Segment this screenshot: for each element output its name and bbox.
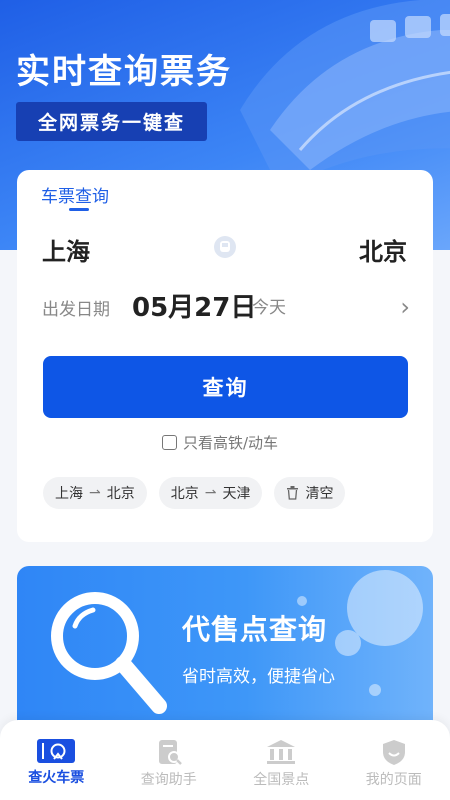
history-from: 北京 <box>170 486 199 502</box>
tab-my-page[interactable]: 我的页面 <box>338 720 450 800</box>
tab-train-tickets[interactable]: 查火车票 <box>0 720 113 800</box>
banner-title: 代售点查询 <box>182 613 328 646</box>
history-from: 上海 <box>55 486 83 502</box>
decor-bubble <box>297 596 307 606</box>
high-speed-only-label: 只看高铁/动车 <box>183 434 279 452</box>
tab-label: 查询助手 <box>140 772 197 788</box>
history-to: 天津 <box>222 486 251 502</box>
ticket-search-card: 车票查询 上海 北京 出发日期 05月27日 今天 › 查询 只看高铁/动车 上… <box>17 170 433 542</box>
decor-bubble <box>369 684 381 696</box>
hero-badge: 全网票务一键查 <box>16 102 208 141</box>
tab-label: 查火车票 <box>28 770 85 786</box>
departure-date-row[interactable]: 出发日期 05月27日 今天 › <box>42 285 412 325</box>
arrival-city[interactable]: 北京 <box>359 232 407 267</box>
tab-label: 全国景点 <box>253 772 310 788</box>
banner-subtitle: 省时高效，便捷省心 <box>182 667 335 687</box>
magnifier-icon <box>51 592 167 714</box>
date-value: 05月27日 <box>132 293 257 323</box>
swap-cities-icon[interactable] <box>214 236 236 258</box>
history-chip[interactable]: 北京 ⇀ 天津 <box>158 477 263 509</box>
arrow-right-icon: ⇀ <box>89 485 101 501</box>
high-speed-only-toggle[interactable]: 只看高铁/动车 <box>162 432 278 453</box>
search-history: 上海 ⇀ 北京 北京 ⇀ 天津 清空 <box>43 477 346 509</box>
profile-icon <box>382 740 405 765</box>
clear-history-button[interactable]: 清空 <box>274 477 346 509</box>
clear-label: 清空 <box>305 486 334 502</box>
tab-ticket-query[interactable]: 车票查询 <box>41 182 109 207</box>
tab-label: 我的页面 <box>365 772 422 788</box>
tab-national-attractions[interactable]: 全国景点 <box>225 720 338 800</box>
ticket-icon <box>37 739 76 763</box>
hero-title: 实时查询票务 <box>16 52 232 92</box>
tab-active-indicator <box>69 208 89 211</box>
chevron-right-icon: › <box>400 293 410 321</box>
agency-query-banner[interactable]: 代售点查询 省时高效，便捷省心 <box>17 566 433 741</box>
trash-icon <box>287 486 299 500</box>
query-button[interactable]: 查询 <box>43 356 408 418</box>
decor-bubble <box>335 630 361 656</box>
landmark-icon <box>267 740 296 764</box>
history-chip[interactable]: 上海 ⇀ 北京 <box>43 477 147 509</box>
arrow-right-icon: ⇀ <box>204 485 217 501</box>
assistant-icon <box>158 740 182 765</box>
departure-city[interactable]: 上海 <box>42 232 90 267</box>
checkbox-icon[interactable] <box>162 435 177 450</box>
history-to: 北京 <box>106 486 135 502</box>
date-label: 出发日期 <box>42 300 110 320</box>
date-day: 今天 <box>252 298 286 318</box>
tab-query-assistant[interactable]: 查询助手 <box>113 720 226 800</box>
bottom-tab-bar: 查火车票 查询助手 全国景点 我的页面 <box>0 720 450 800</box>
